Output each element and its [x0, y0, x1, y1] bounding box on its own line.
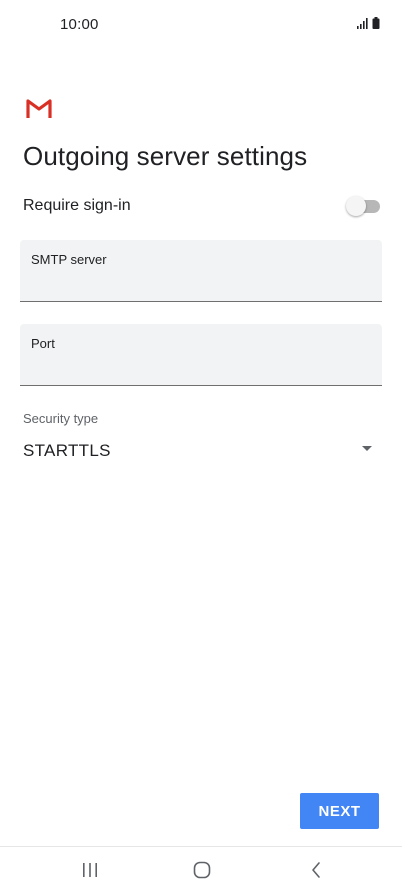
toggle-thumb	[346, 196, 366, 216]
status-bar: 10:00	[0, 0, 402, 50]
status-time: 10:00	[60, 16, 99, 33]
require-signin-label: Require sign-in	[23, 197, 131, 214]
home-button[interactable]	[187, 859, 217, 881]
navigation-bar	[0, 847, 402, 893]
port-field[interactable]: Port	[20, 324, 382, 386]
recents-icon	[83, 863, 97, 877]
security-type-value: STARTTLS	[23, 441, 111, 460]
signal-icon	[357, 18, 368, 29]
smtp-server-field[interactable]: SMTP server	[20, 240, 382, 302]
home-icon	[193, 861, 211, 879]
next-button[interactable]: NEXT	[300, 793, 379, 829]
recents-button[interactable]	[75, 859, 105, 881]
back-button[interactable]	[301, 859, 331, 881]
battery-icon	[372, 17, 380, 29]
port-input[interactable]	[31, 357, 371, 379]
dropdown-arrow-icon	[362, 445, 372, 451]
page-title: Outgoing server settings	[23, 141, 308, 171]
port-label: Port	[31, 336, 55, 351]
gmail-logo	[26, 99, 52, 118]
status-icons	[357, 17, 380, 29]
smtp-server-label: SMTP server	[31, 252, 107, 267]
back-icon	[312, 862, 320, 878]
smtp-server-input[interactable]	[31, 273, 371, 295]
security-type-select[interactable]: STARTTLS	[23, 438, 372, 464]
require-signin-row[interactable]: Require sign-in	[23, 194, 380, 218]
security-type-label: Security type	[23, 411, 99, 426]
require-signin-toggle[interactable]	[346, 196, 380, 216]
